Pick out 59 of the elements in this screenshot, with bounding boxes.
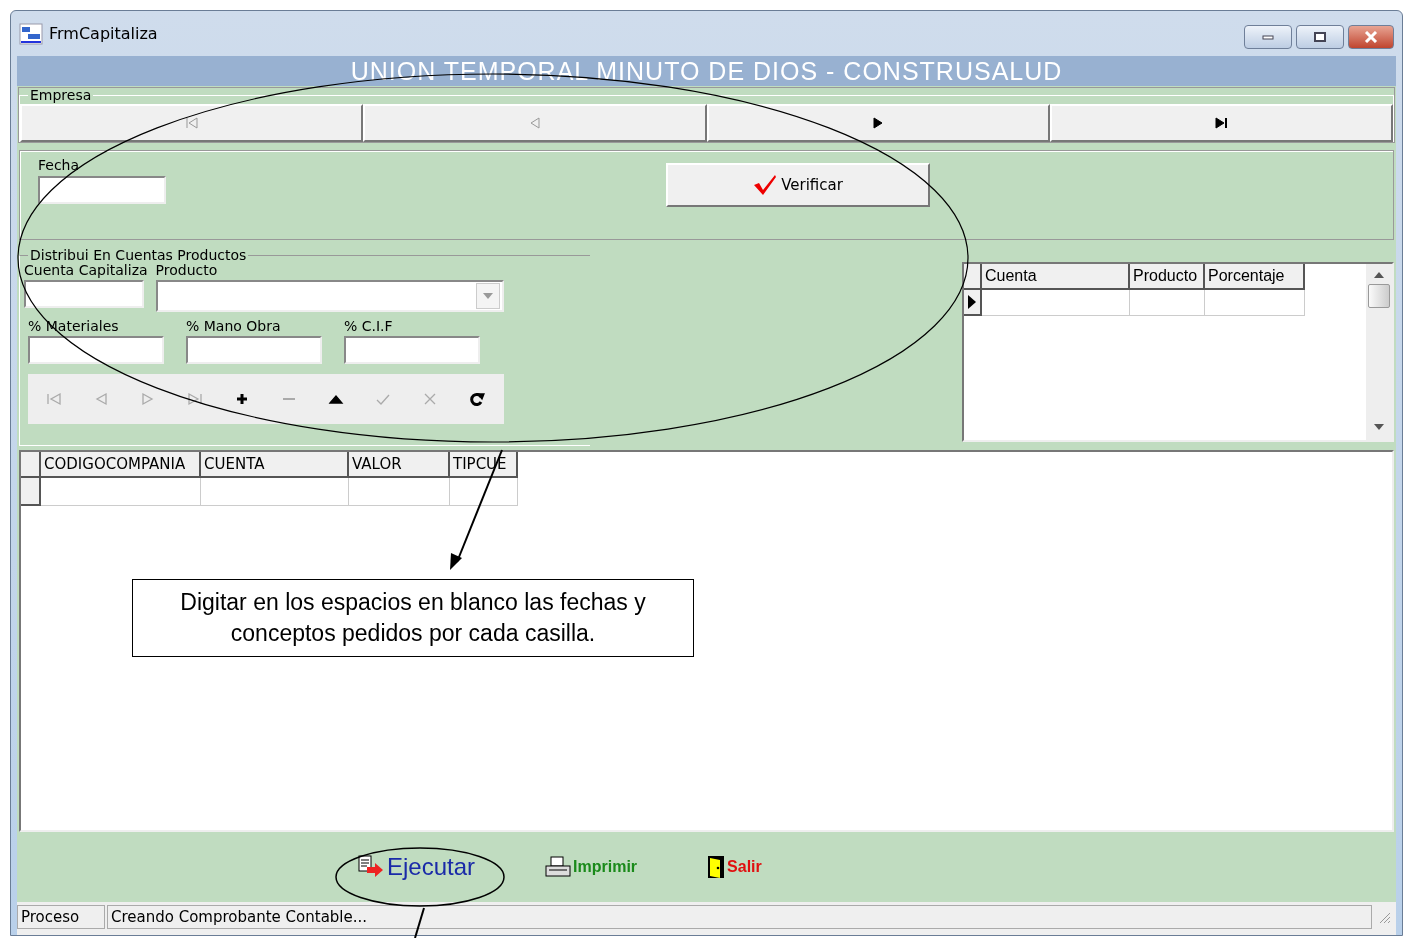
row-header-cell[interactable]	[964, 290, 982, 316]
grid-cell[interactable]	[201, 478, 349, 506]
status-panel: Creando Comprobante Contable...	[107, 905, 1372, 929]
verify-button[interactable]: Verificar	[666, 163, 930, 207]
status-panel: Proceso	[17, 905, 105, 929]
input-field[interactable]	[344, 336, 480, 364]
annotation-callout: Digitar en los espacios en blanco las fechas y conceptos pedidos por cada casilla.	[132, 579, 694, 657]
field-label: % Mano Obra	[186, 318, 282, 335]
window-title: FrmCapitaliza	[49, 24, 158, 43]
row-pointer-icon	[967, 294, 977, 310]
column-header[interactable]: CUENTA	[201, 452, 349, 478]
annotation-line	[414, 907, 425, 938]
nav-last-button[interactable]	[1049, 104, 1393, 142]
group-label: Empresa	[29, 88, 93, 102]
corner-header-cell	[964, 264, 982, 290]
grid-cell[interactable]	[982, 290, 1130, 316]
scrollbar-thumb[interactable]	[1368, 284, 1390, 308]
input-field[interactable]	[28, 336, 164, 364]
minimize-button[interactable]	[1244, 25, 1292, 49]
resize-grip-icon	[1377, 910, 1391, 924]
nav-prev-button[interactable]	[363, 104, 707, 142]
field-label: % C.I.F	[344, 318, 394, 335]
maximize-button[interactable]	[1296, 25, 1344, 49]
row-header-cell[interactable]	[21, 478, 41, 506]
nav-next-button[interactable]	[706, 104, 1050, 142]
execute-button[interactable]: Ejecutar	[357, 853, 476, 881]
input-field[interactable]	[24, 280, 144, 308]
checkmark-icon	[753, 174, 778, 196]
close-button[interactable]	[1348, 25, 1394, 49]
dropdown-arrow-icon	[482, 293, 493, 299]
close-icon	[1364, 31, 1378, 43]
field-label: Fecha	[38, 157, 81, 174]
maximize-icon	[1314, 32, 1326, 42]
app-icon	[19, 22, 43, 45]
document-arrow-icon	[357, 855, 385, 879]
grid-cell[interactable]	[450, 478, 518, 506]
group-label: Distribui En Cuentas Productos	[29, 248, 248, 262]
date-field[interactable]	[38, 176, 166, 204]
door-icon	[707, 855, 726, 879]
grid-cell[interactable]	[349, 478, 450, 506]
grid-cell[interactable]	[41, 478, 201, 506]
column-header[interactable]: Producto	[1130, 264, 1205, 290]
grid-cell[interactable]	[1130, 290, 1205, 316]
field-label: Producto	[155, 262, 219, 279]
column-header[interactable]: Porcentaje	[1205, 264, 1305, 290]
product-dropdown[interactable]	[155, 280, 504, 312]
grid-cell[interactable]	[1205, 290, 1305, 316]
minimize-icon	[1262, 34, 1274, 40]
scroll-up-icon	[1374, 272, 1384, 278]
input-field[interactable]	[186, 336, 322, 364]
scroll-down-icon	[1374, 424, 1384, 430]
field-label: Cuenta Capitaliza	[24, 262, 148, 279]
nav-first-button[interactable]	[20, 104, 364, 142]
corner-header-cell	[21, 452, 41, 478]
vertical-scrollbar[interactable]	[1366, 264, 1392, 440]
column-header[interactable]: Cuenta	[982, 264, 1130, 290]
column-header[interactable]: CODIGOCOMPANIA	[41, 452, 201, 478]
printer-icon	[545, 856, 572, 878]
column-header[interactable]: VALOR	[349, 452, 450, 478]
